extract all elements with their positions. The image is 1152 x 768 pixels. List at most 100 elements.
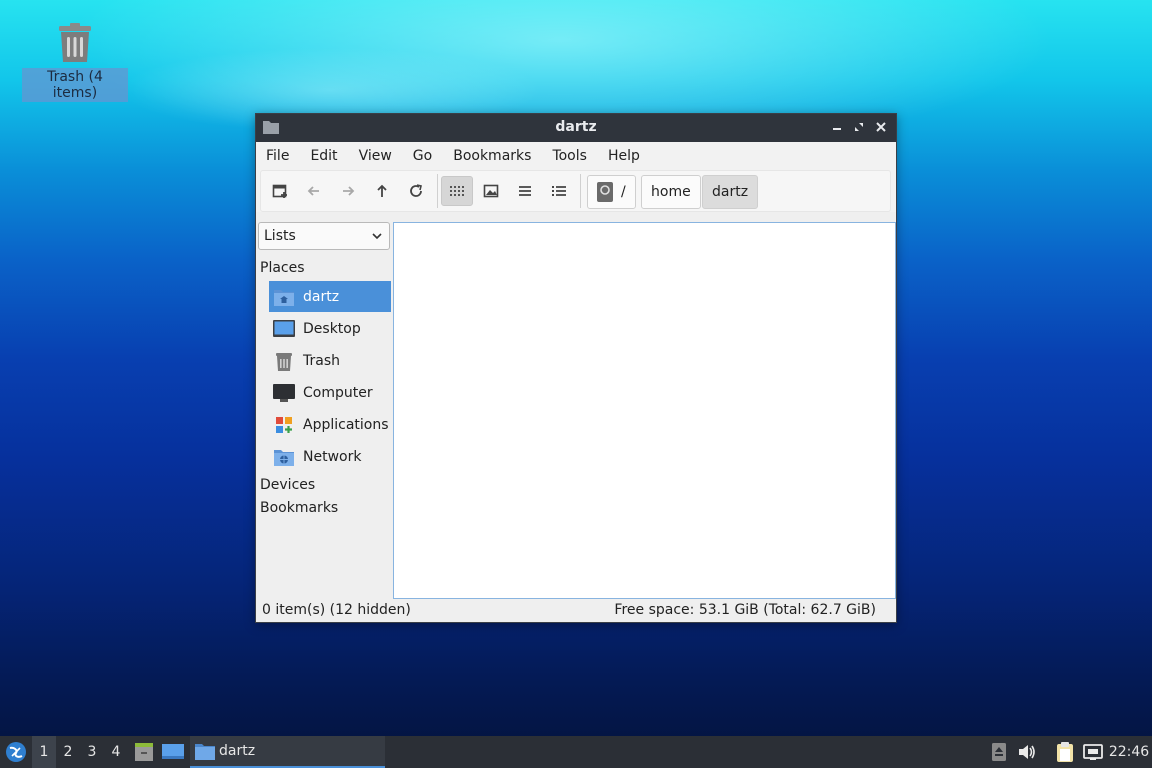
window-titlebar[interactable]: dartz [256, 114, 896, 142]
network-folder-icon [274, 449, 294, 466]
tray-volume[interactable] [1015, 736, 1039, 768]
workspace-2-button[interactable]: 2 [56, 736, 80, 768]
status-item-count: 0 item(s) (12 hidden) [262, 602, 411, 618]
taskbar-window-dartz[interactable]: dartz [190, 736, 385, 768]
menu-tools[interactable]: Tools [545, 148, 594, 164]
quicklaunch-file-manager[interactable] [131, 736, 157, 768]
chevron-down-icon [372, 233, 382, 240]
reload-icon [410, 184, 422, 197]
new-tab-button[interactable] [264, 176, 296, 206]
forward-button[interactable] [332, 176, 364, 206]
menu-go[interactable]: Go [406, 148, 439, 164]
clock[interactable]: 22:46 [1108, 736, 1150, 768]
grid-view-icon [450, 186, 464, 196]
desktop-icon [162, 744, 184, 759]
tray-network[interactable] [1081, 736, 1105, 768]
breadcrumb-root[interactable]: / [587, 175, 636, 209]
volume-icon [1019, 745, 1035, 759]
taskbar: 1 2 3 4 dartz 22:46 [0, 736, 1152, 768]
tray-removable-media[interactable] [988, 736, 1010, 768]
minimize-button[interactable] [828, 118, 846, 136]
devices-heading[interactable]: Devices [260, 477, 315, 493]
lxqt-logo-icon [6, 742, 26, 762]
folder-icon [195, 743, 215, 760]
image-icon [483, 184, 499, 198]
status-free-space: Free space: 53.1 GiB (Total: 62.7 GiB) [614, 602, 876, 618]
detailed-list-view-button[interactable] [543, 176, 575, 206]
close-button[interactable] [872, 118, 890, 136]
compact-view-button[interactable] [509, 176, 541, 206]
workspace-3-button[interactable]: 3 [80, 736, 104, 768]
computer-icon [273, 383, 295, 402]
sidebar-item-label: Network [303, 448, 362, 465]
sidebar-item-computer[interactable]: Computer [269, 377, 391, 408]
home-folder-icon [274, 289, 294, 306]
file-manager-window: dartz File Edit View Go Bookmarks Tools … [255, 113, 897, 623]
applications-icon [276, 416, 292, 433]
arrow-right-icon [343, 186, 355, 196]
file-cabinet-icon [135, 743, 153, 761]
tray-clipboard[interactable] [1052, 736, 1078, 768]
status-bar: 0 item(s) (12 hidden) Free space: 53.1 G… [256, 598, 896, 622]
sidebar-item-desktop[interactable]: Desktop [269, 313, 391, 344]
workspace-label: 3 [87, 744, 97, 760]
icon-view-button[interactable] [441, 176, 473, 206]
sidebar-mode-select[interactable]: Lists [258, 222, 390, 250]
breadcrumb-root-label: / [621, 184, 626, 200]
arrow-left-icon [307, 186, 319, 196]
minimize-icon [833, 128, 841, 130]
menu-view[interactable]: View [352, 148, 399, 164]
quicklaunch-show-desktop[interactable] [160, 736, 186, 768]
sidebar-item-label: Desktop [303, 320, 361, 337]
list-icon [519, 186, 531, 196]
drive-icon [597, 182, 613, 202]
sidebar-item-label: Trash [303, 352, 340, 369]
workspace-label: 1 [39, 744, 49, 760]
maximize-button[interactable] [850, 118, 868, 136]
thumbnail-view-button[interactable] [475, 176, 507, 206]
sidebar-item-network[interactable]: Network [269, 441, 391, 472]
start-menu-button[interactable] [2, 736, 30, 768]
up-button[interactable] [366, 176, 398, 206]
menu-edit[interactable]: Edit [303, 148, 344, 164]
menu-bookmarks[interactable]: Bookmarks [446, 148, 538, 164]
sidebar-item-trash[interactable]: Trash [269, 345, 391, 376]
window-title: dartz [555, 119, 597, 135]
usb-drive-icon [992, 743, 1006, 761]
desktop-trash-shortcut[interactable]: Trash (4 items) [22, 22, 128, 102]
desktop-trash-label: Trash (4 items) [22, 68, 128, 102]
taskbar-window-label: dartz [219, 743, 256, 759]
places-heading: Places [260, 260, 305, 276]
trash-icon [276, 352, 292, 371]
desktop-icon [273, 319, 295, 337]
sidebar-item-dartz[interactable]: dartz [269, 281, 391, 312]
network-wired-icon [1083, 744, 1103, 760]
breadcrumb-dartz[interactable]: dartz [702, 175, 759, 209]
workspace-4-button[interactable]: 4 [104, 736, 128, 768]
maximize-icon [855, 123, 863, 131]
new-tab-icon [272, 184, 287, 198]
breadcrumb-home[interactable]: home [641, 175, 701, 209]
sidebar-item-label: dartz [303, 288, 340, 305]
back-button[interactable] [298, 176, 330, 206]
detailed-list-icon [552, 186, 566, 196]
sidebar-item-applications[interactable]: Applications [269, 409, 391, 440]
sidebar-mode-value: Lists [264, 228, 296, 244]
workspace-1-button[interactable]: 1 [32, 736, 56, 768]
reload-button[interactable] [400, 176, 432, 206]
sidebar-item-label: Applications [303, 416, 389, 433]
bookmarks-heading[interactable]: Bookmarks [260, 500, 338, 516]
toolbar: / home dartz [256, 170, 896, 212]
file-view-area[interactable] [393, 222, 896, 599]
breadcrumb-home-label: home [651, 184, 691, 200]
menu-bar: File Edit View Go Bookmarks Tools Help [256, 142, 896, 170]
clock-time: 22:46 [1108, 744, 1150, 760]
menu-help[interactable]: Help [601, 148, 647, 164]
trash-icon [59, 23, 91, 62]
workspace-label: 4 [111, 744, 121, 760]
workspace-label: 2 [63, 744, 73, 760]
close-icon [876, 122, 886, 132]
sidebar-item-label: Computer [303, 384, 373, 401]
sidebar: Lists Places dartz Desktop Trash Compute… [258, 222, 391, 600]
menu-file[interactable]: File [259, 148, 296, 164]
